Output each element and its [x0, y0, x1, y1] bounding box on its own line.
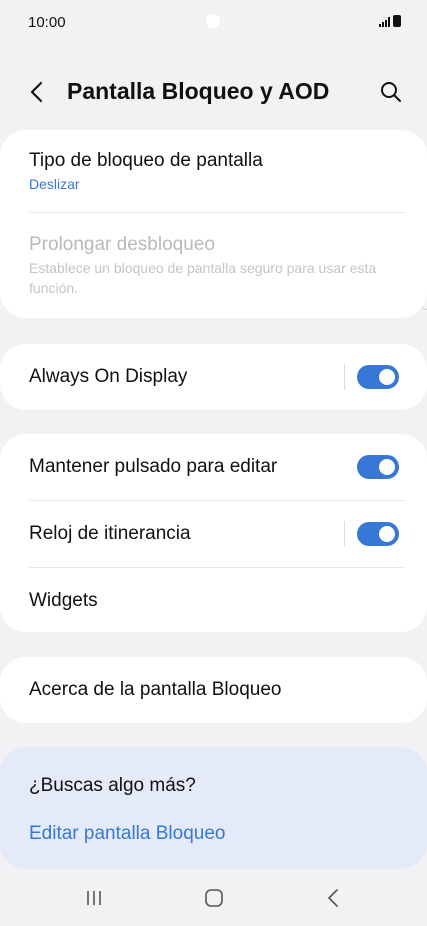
page-title: Pantalla Bloqueo y AOD [67, 78, 330, 104]
suggestions-card: ¿Buscas algo más? Editar pantalla Bloque… [0, 747, 427, 869]
divider [344, 521, 345, 547]
chevron-left-icon[interactable] [26, 80, 50, 104]
about-label: Acerca de la pantalla Bloqueo [29, 679, 282, 700]
divider [29, 567, 404, 568]
divider [29, 212, 404, 213]
hold-edit-item[interactable]: Mantener pulsado para editar [29, 456, 398, 478]
about-item[interactable]: Acerca de la pantalla Bloqueo [29, 679, 398, 701]
lock-type-item[interactable]: Tipo de bloqueo de pantalla Deslizar [29, 150, 398, 192]
options-card: Mantener pulsado para editar Reloj de it… [0, 434, 427, 632]
hold-edit-toggle[interactable] [357, 455, 399, 479]
about-card: Acerca de la pantalla Bloqueo [0, 657, 427, 723]
roaming-clock-toggle[interactable] [357, 522, 399, 546]
widgets-item[interactable]: Widgets [29, 590, 398, 612]
status-time: 10:00 [28, 14, 66, 31]
extend-unlock-description: Establece un bloqueo de pantalla seguro … [29, 260, 377, 296]
navigation-bar [0, 869, 427, 926]
aod-label: Always On Display [29, 366, 188, 387]
hold-edit-label: Mantener pulsado para editar [29, 456, 278, 477]
extend-unlock-item: Prolongar desbloqueo Establece un bloque… [29, 234, 398, 298]
widgets-label: Widgets [29, 590, 98, 611]
home-icon[interactable] [202, 886, 226, 910]
roaming-clock-label: Reloj de itinerancia [29, 523, 191, 544]
status-bar: 10:00 [0, 0, 427, 44]
suggestions-heading: ¿Buscas algo más? [29, 775, 196, 796]
search-icon[interactable] [379, 80, 403, 104]
lock-type-value: Deslizar [29, 176, 80, 192]
lock-type-label: Tipo de bloqueo de pantalla [29, 150, 263, 171]
aod-toggle[interactable] [357, 365, 399, 389]
status-icons [379, 15, 401, 27]
recents-icon[interactable] [82, 886, 106, 910]
back-nav-icon[interactable] [322, 886, 346, 910]
extend-unlock-label: Prolongar desbloqueo [29, 234, 215, 255]
divider [29, 500, 404, 501]
roaming-clock-item[interactable]: Reloj de itinerancia [29, 523, 398, 545]
signal-icon [379, 17, 390, 27]
app-header: Pantalla Bloqueo y AOD [0, 62, 427, 122]
divider [344, 364, 345, 390]
battery-icon [393, 15, 401, 27]
aod-card: Always On Display [0, 344, 427, 410]
front-camera [206, 14, 220, 28]
aod-item[interactable]: Always On Display [29, 366, 398, 388]
lock-type-card: Tipo de bloqueo de pantalla Deslizar Pro… [0, 130, 427, 318]
edit-lock-screen-link[interactable]: Editar pantalla Bloqueo [29, 823, 225, 845]
